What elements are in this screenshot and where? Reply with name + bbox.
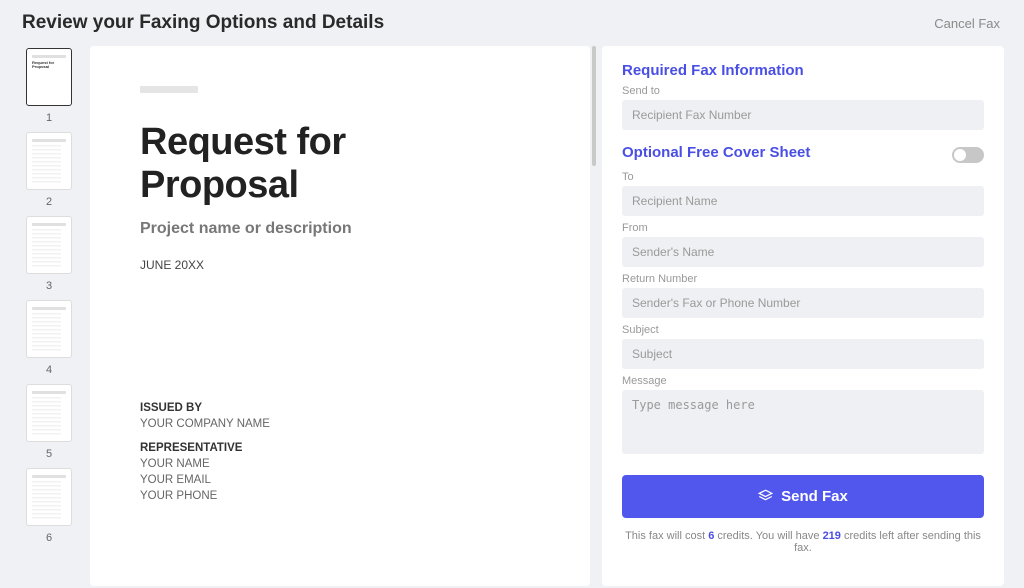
thumb-page-6[interactable] [26,468,72,526]
thumb-page-1[interactable]: Request forProposal [26,48,72,106]
return-label: Return Number [622,273,984,285]
message-textarea[interactable] [622,390,984,454]
toggle-knob [954,149,966,161]
cover-sheet-toggle[interactable] [952,147,984,163]
sendto-label: Send to [622,85,984,97]
doc-footer: ISSUED BY YOUR COMPANY NAME REPRESENTATI… [140,402,540,502]
to-label: To [622,171,984,183]
thumb-page-5[interactable] [26,384,72,442]
thumb-page-4[interactable] [26,300,72,358]
doc-logo-placeholder [140,86,198,93]
optional-section-title: Optional Free Cover Sheet [622,144,810,161]
send-fax-button[interactable]: Send Fax [622,475,984,518]
scrollbar[interactable] [592,46,596,166]
sender-name-input[interactable] [622,237,984,267]
credit-note: This fax will cost 6 credits. You will h… [622,530,984,554]
return-number-input[interactable] [622,288,984,318]
doc-title: Request for Proposal [140,121,540,206]
thumb-label: 2 [20,196,78,208]
cancel-fax-link[interactable]: Cancel Fax [934,16,1000,31]
doc-title-line1: Request for [140,121,346,163]
header: Review your Faxing Options and Details C… [0,0,1024,46]
recipient-fax-input[interactable] [622,100,984,130]
doc-subtitle: Project name or description [140,220,540,238]
issued-by-value: YOUR COMPANY NAME [140,418,540,430]
content: Request forProposal 1 2 3 4 5 6 Request … [0,46,1024,586]
issued-by-label: ISSUED BY [140,402,202,414]
doc-date: JUNE 20XX [140,258,540,272]
message-label: Message [622,375,984,387]
credit-mid: credits. You will have [714,530,822,542]
subject-label: Subject [622,324,984,336]
thumb-label: 6 [20,532,78,544]
required-section-title: Required Fax Information [622,62,984,79]
subject-input[interactable] [622,339,984,369]
rep-name: YOUR NAME [140,458,540,470]
thumbnail-strip: Request forProposal 1 2 3 4 5 6 [20,46,78,586]
doc-title-line2: Proposal [140,164,299,206]
page-title: Review your Faxing Options and Details [22,12,384,34]
thumb-page-3[interactable] [26,216,72,274]
recipient-name-input[interactable] [622,186,984,216]
representative-label: REPRESENTATIVE [140,442,242,454]
rep-email: YOUR EMAIL [140,474,540,486]
from-label: From [622,222,984,234]
thumb-page-2[interactable] [26,132,72,190]
send-button-label: Send Fax [781,488,848,505]
fax-form-panel: Required Fax Information Send to Optiona… [602,46,1004,586]
document-preview: Request for Proposal Project name or des… [90,46,590,586]
thumb-label: 1 [20,112,78,124]
thumb-label: 3 [20,280,78,292]
credit-remain: 219 [823,530,841,542]
thumb-label: 4 [20,364,78,376]
credit-prefix: This fax will cost [625,530,708,542]
rep-phone: YOUR PHONE [140,490,540,502]
thumb-label: 5 [20,448,78,460]
send-icon [758,489,773,504]
